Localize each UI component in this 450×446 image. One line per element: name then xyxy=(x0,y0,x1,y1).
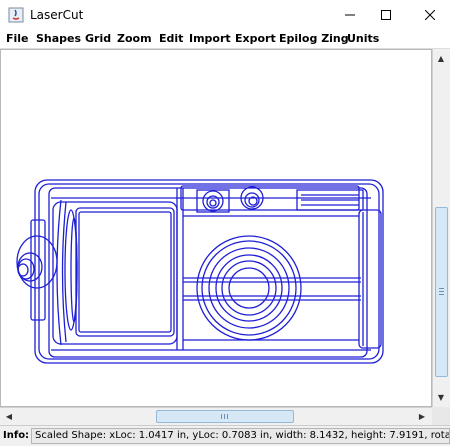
vertical-scrollbar[interactable]: ▲ ▼ xyxy=(432,49,450,407)
scrollbar-corner xyxy=(432,407,450,425)
maximize-icon xyxy=(381,10,391,20)
title-bar: LaserCut xyxy=(0,0,450,31)
info-label: Info: xyxy=(3,430,30,441)
grip-panel xyxy=(75,207,175,337)
horizontal-scroll-thumb[interactable] xyxy=(156,410,294,423)
menu-units[interactable]: Units xyxy=(347,32,379,45)
horizontal-scrollbar[interactable]: ◀ ▶ xyxy=(0,407,432,425)
menu-zoom[interactable]: Zoom xyxy=(117,32,152,45)
menu-import[interactable]: Import xyxy=(189,32,231,45)
menu-epilog-zing[interactable]: Epilog Zing xyxy=(279,32,349,45)
menu-bar: File Shapes Grid Zoom Edit Import Export… xyxy=(0,30,450,49)
scroll-left-button[interactable]: ◀ xyxy=(1,408,17,424)
lens-glass xyxy=(215,254,283,322)
status-bar: Info: Scaled Shape: xLoc: 1.0417 in, yLo… xyxy=(0,425,450,446)
scroll-right-button[interactable]: ▶ xyxy=(414,408,430,424)
close-button[interactable] xyxy=(410,0,450,30)
scroll-right-arrow-icon: ▶ xyxy=(418,411,426,421)
scroll-down-arrow-icon: ▼ xyxy=(437,392,445,402)
menu-file[interactable]: File xyxy=(6,32,29,45)
minimize-button[interactable] xyxy=(330,0,370,30)
vertical-scroll-thumb[interactable] xyxy=(435,207,448,377)
menu-export[interactable]: Export xyxy=(235,32,276,45)
scroll-down-button[interactable]: ▼ xyxy=(433,389,449,405)
camera-drawing[interactable] xyxy=(1,50,431,406)
scroll-up-arrow-icon: ▲ xyxy=(437,53,445,63)
menu-grid[interactable]: Grid xyxy=(85,32,111,45)
minimize-icon xyxy=(345,14,355,16)
menu-edit[interactable]: Edit xyxy=(159,32,183,45)
scroll-up-button[interactable]: ▲ xyxy=(433,50,449,66)
maximize-button[interactable] xyxy=(366,0,406,30)
menu-shapes[interactable]: Shapes xyxy=(36,32,81,45)
drawing-canvas[interactable] xyxy=(0,49,432,407)
scroll-left-arrow-icon: ◀ xyxy=(5,411,13,421)
java-app-icon xyxy=(8,7,24,23)
window-title: LaserCut xyxy=(30,8,84,22)
mode-dial xyxy=(16,235,58,289)
lens-outer-ring xyxy=(196,235,302,341)
info-field: Scaled Shape: xLoc: 1.0417 in, yLoc: 0.7… xyxy=(31,428,450,444)
close-icon xyxy=(425,10,435,20)
